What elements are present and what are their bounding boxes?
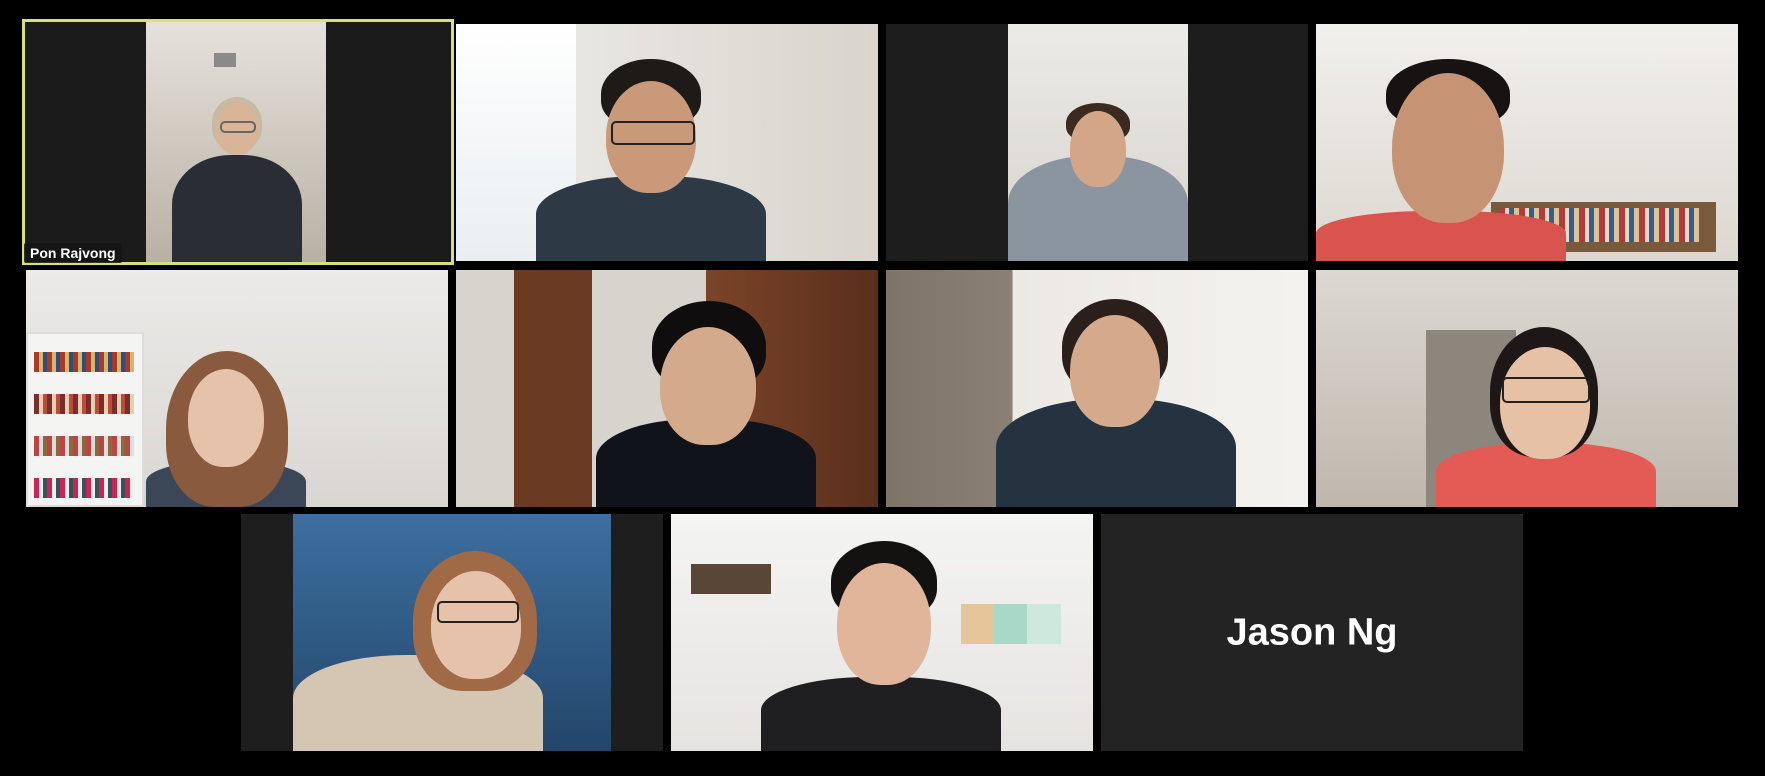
letterbox-left bbox=[22, 19, 146, 265]
participant-name: Jason Ng bbox=[1226, 611, 1398, 653]
video-tile-participant-5[interactable] bbox=[26, 270, 448, 507]
participant-figure bbox=[1008, 61, 1188, 261]
video-feed bbox=[26, 270, 448, 507]
video-tile-participant-9[interactable] bbox=[241, 514, 663, 751]
participant-figure bbox=[293, 551, 611, 751]
shelf-decor bbox=[691, 564, 771, 594]
participant-figure bbox=[996, 287, 1236, 507]
video-tile-participant-8[interactable] bbox=[1316, 270, 1738, 507]
participant-figure bbox=[516, 51, 786, 261]
video-feed bbox=[456, 270, 878, 507]
participant-figure bbox=[172, 85, 302, 265]
video-tile-participant-10[interactable] bbox=[671, 514, 1093, 751]
video-tile-participant-4[interactable] bbox=[1316, 24, 1738, 261]
wooden-door bbox=[514, 270, 592, 507]
participant-figure bbox=[761, 541, 1001, 751]
video-feed bbox=[886, 24, 1308, 261]
video-tile-participant-3[interactable] bbox=[886, 24, 1308, 261]
participant-figure bbox=[126, 347, 326, 507]
video-feed bbox=[886, 270, 1308, 507]
participant-figure bbox=[1316, 31, 1566, 261]
participant-name-label: Pon Rajvong bbox=[24, 243, 122, 263]
video-tile-participant-2[interactable] bbox=[456, 24, 878, 261]
video-feed bbox=[1316, 24, 1738, 261]
video-feed bbox=[671, 514, 1093, 751]
video-tile-participant-6[interactable] bbox=[456, 270, 878, 507]
video-feed bbox=[241, 514, 663, 751]
participant-figure bbox=[1426, 327, 1666, 507]
video-tile-participant-7[interactable] bbox=[886, 270, 1308, 507]
participant-figure bbox=[586, 297, 826, 507]
video-tile-pon-rajvong[interactable]: Pon Rajvong bbox=[22, 19, 454, 265]
letterbox-right bbox=[326, 19, 454, 265]
video-tile-jason-ng[interactable]: Jason Ng bbox=[1101, 514, 1523, 751]
video-feed bbox=[456, 24, 878, 261]
video-feed bbox=[1316, 270, 1738, 507]
ceiling-vent bbox=[214, 53, 236, 67]
video-feed bbox=[22, 19, 454, 265]
video-gallery: Pon Rajvong Jason Ng bbox=[0, 0, 1765, 776]
